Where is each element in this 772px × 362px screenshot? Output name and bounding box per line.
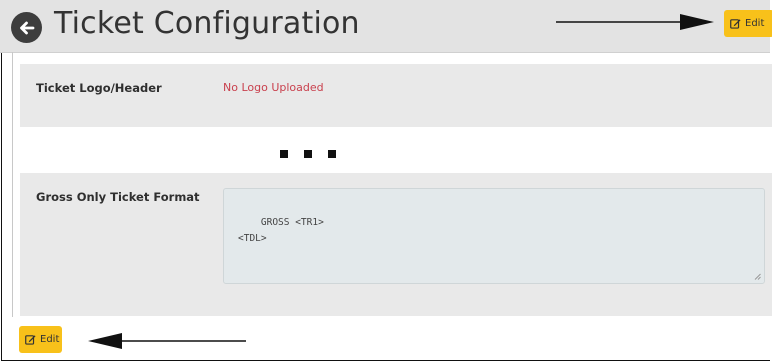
ticket-format-section: Gross Only Ticket Format GROSS <TR1> <TD… <box>20 173 772 316</box>
edit-icon <box>25 335 36 345</box>
edit-button-label: Edit <box>40 334 60 345</box>
edit-button-label: Edit <box>745 18 765 29</box>
logo-status-text: No Logo Uploaded <box>223 81 324 94</box>
ellipsis-dot <box>304 150 312 158</box>
ellipsis-dot <box>280 150 288 158</box>
edit-button-bottom[interactable]: Edit <box>19 326 62 353</box>
back-arrow-icon[interactable] <box>11 12 42 43</box>
logo-section: Ticket Logo/Header No Logo Uploaded <box>20 64 772 127</box>
content-divider <box>12 52 13 317</box>
page-title: Ticket Configuration <box>54 6 360 41</box>
ellipsis-dot <box>328 150 336 158</box>
annotation-arrow-top <box>556 14 714 30</box>
edit-icon <box>730 19 741 29</box>
ticket-format-label: Gross Only Ticket Format <box>36 190 200 204</box>
logo-label: Ticket Logo/Header <box>36 81 162 95</box>
annotation-arrow-bottom <box>88 333 246 349</box>
ticket-format-textarea[interactable]: GROSS <TR1> <TDL> <box>223 188 765 284</box>
ellipsis-marker <box>280 150 336 158</box>
resize-grip-icon[interactable] <box>754 273 761 280</box>
edit-button-top[interactable]: Edit <box>724 10 772 37</box>
ticket-format-text: GROSS <TR1> <TDL> <box>238 217 324 244</box>
